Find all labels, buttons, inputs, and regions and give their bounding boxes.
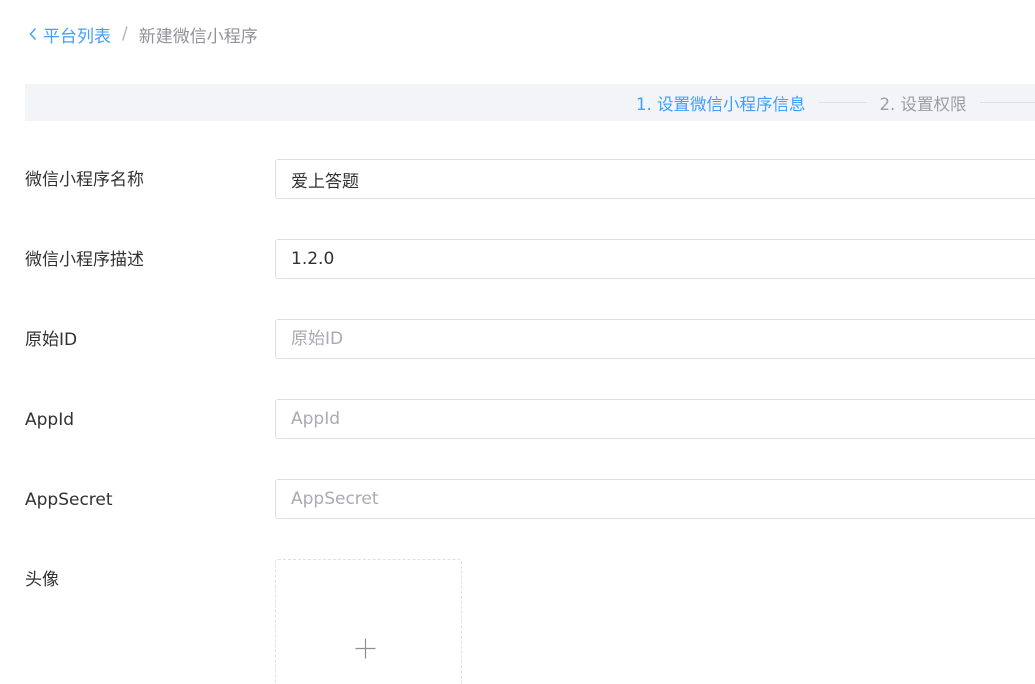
breadcrumb-back-label: 平台列表 [43,26,111,47]
name-input[interactable] [275,159,1035,199]
step-1[interactable]: 1. 设置微信小程序信息 [636,91,806,115]
breadcrumb-current: 新建微信小程序 [138,26,258,47]
chevron-left-icon [29,28,37,40]
page: 平台列表 / 新建微信小程序 1. 设置微信小程序信息 2. 设置权限 微信小程… [0,0,1035,684]
form-row-appid: AppId [25,399,1035,441]
breadcrumb-separator: / [122,24,128,44]
name-label: 微信小程序名称 [25,170,144,190]
form-row-original-id: 原始ID [25,319,1035,361]
appsecret-label: AppSecret [25,490,113,510]
appid-input[interactable] [275,399,1035,439]
breadcrumb: 平台列表 / 新建微信小程序 [28,21,258,47]
step-2[interactable]: 2. 设置权限 [880,91,967,115]
step-connector [818,102,867,103]
breadcrumb-back-link[interactable]: 平台列表 [28,22,111,47]
steps-bar: 1. 设置微信小程序信息 2. 设置权限 [25,84,1035,121]
appid-label: AppId [25,410,75,430]
description-label: 微信小程序描述 [25,250,144,270]
steps-inner: 1. 设置微信小程序信息 2. 设置权限 [636,84,1035,121]
form-row-appsecret: AppSecret [25,479,1035,521]
original-id-label: 原始ID [25,330,78,350]
form-row-description: 微信小程序描述 [25,239,1035,281]
description-input[interactable] [275,239,1035,279]
original-id-input[interactable] [275,319,1035,359]
step-connector [979,102,1035,103]
avatar-uploader[interactable] [275,559,462,684]
appsecret-input[interactable] [275,479,1035,519]
plus-icon [355,638,376,659]
avatar-label: 头像 [25,570,59,590]
form-row-name: 微信小程序名称 [25,159,1035,201]
